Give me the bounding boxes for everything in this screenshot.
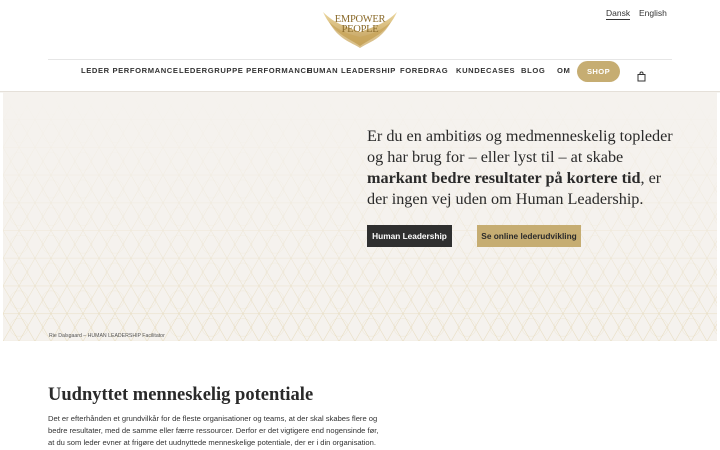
- language-danish-link[interactable]: Dansk: [606, 8, 631, 20]
- hero-headline: Er du en ambitiøs og medmenneskelig topl…: [367, 126, 677, 210]
- nav-item-ledergruppe-performance[interactable]: LEDERGRUPPE PERFORMANCE: [179, 66, 312, 75]
- site-header: EMPOWER PEOPLE Dansk English LEDER PERFO…: [0, 0, 720, 92]
- logo-wordmark: EMPOWER PEOPLE: [321, 14, 399, 35]
- body-text-line-1: Det er efterhånden et grundvilkår for de…: [48, 414, 378, 423]
- human-leadership-button[interactable]: Human Leadership: [367, 225, 452, 247]
- hero-section: Er du en ambitiøs og medmenneskelig topl…: [3, 92, 717, 341]
- language-english-link[interactable]: English: [639, 8, 667, 18]
- hero-caption: Rie Dalsgaard – HUMAN LEADERSHIP Facilit…: [49, 333, 165, 339]
- nav-item-om[interactable]: OM: [557, 66, 570, 75]
- nav-item-kundecases[interactable]: KUNDECASES: [456, 66, 515, 75]
- nav-item-foredrag[interactable]: FOREDRAG: [400, 66, 448, 75]
- nav-divider: [48, 59, 672, 60]
- logo-line-2: PEOPLE: [341, 24, 379, 35]
- body-text-line-3: at du som leder evner at frigøre det uud…: [48, 438, 376, 447]
- hero-text-part-1: Er du en ambitiøs og medmenneskelig topl…: [367, 127, 673, 166]
- hero-text-bold: markant bedre resultater på kortere tid: [367, 169, 641, 187]
- shop-button[interactable]: SHOP: [577, 61, 620, 82]
- nav-item-human-leadership[interactable]: HUMAN LEADERSHIP: [307, 66, 396, 75]
- section-title: Uudnyttet menneskelig potentiale: [48, 385, 314, 405]
- empower-people-logo[interactable]: EMPOWER PEOPLE: [321, 8, 399, 50]
- nav-item-blog[interactable]: BLOG: [521, 66, 545, 75]
- online-lederudvikling-button[interactable]: Se online lederudvikling: [477, 225, 581, 247]
- nav-item-leder-performance[interactable]: LEDER PERFORMANCE: [81, 66, 179, 75]
- body-text-line-2: bedre resultater, med de samme eller fær…: [48, 426, 379, 435]
- shopping-bag-icon[interactable]: [637, 69, 646, 87]
